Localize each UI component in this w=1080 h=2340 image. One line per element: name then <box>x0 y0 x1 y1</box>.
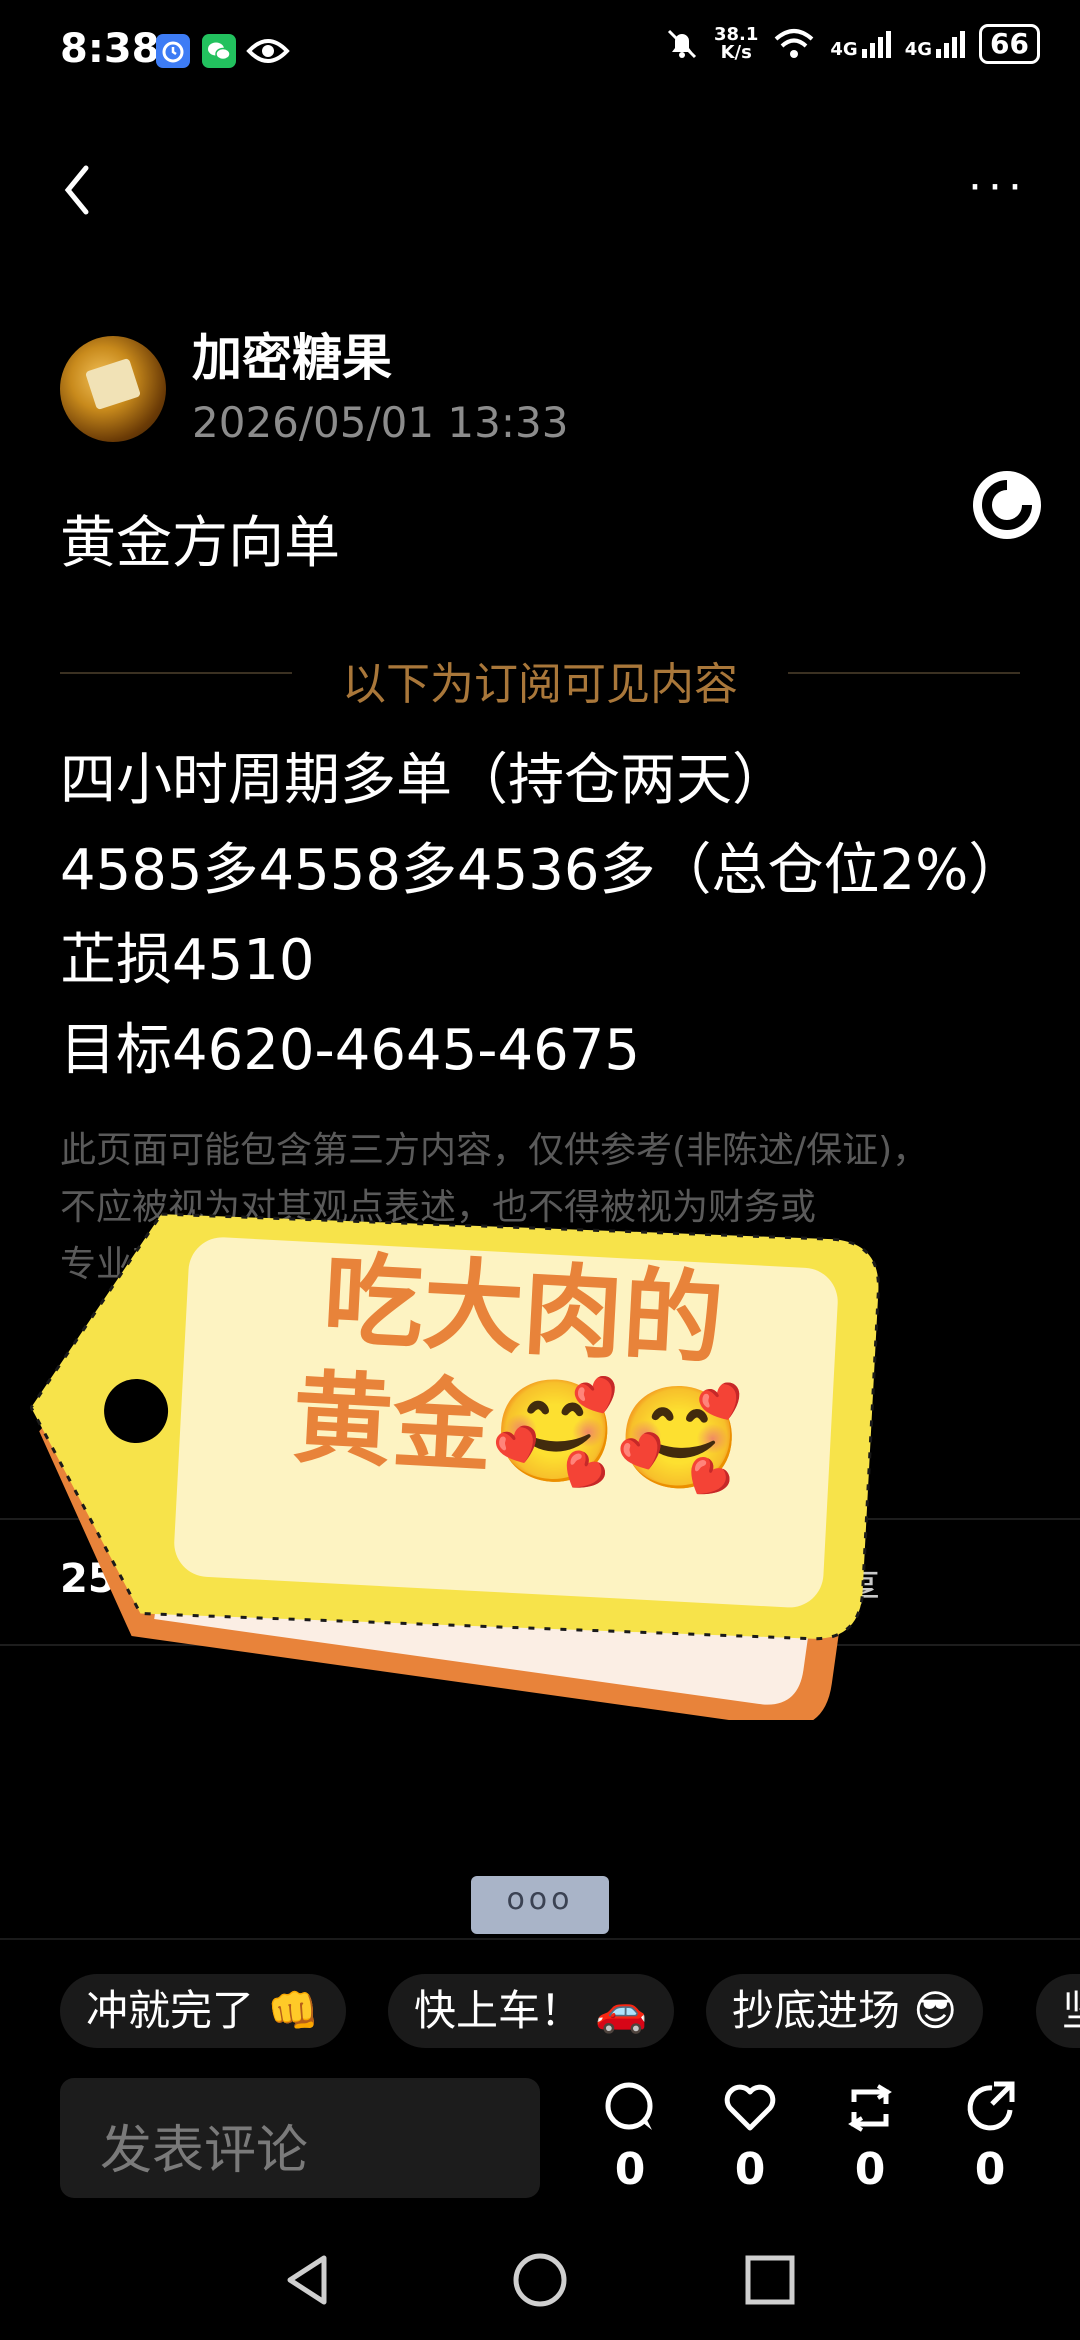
share-icon <box>967 2081 1015 2131</box>
repost-action[interactable]: 0 <box>830 2080 910 2195</box>
post-time: 2026/05/01 13:33 <box>192 398 569 447</box>
like-action[interactable]: 0 <box>710 2080 790 2195</box>
quick-reply-chip[interactable]: 坚 <box>1036 1974 1080 2048</box>
author-name[interactable]: 加密糖果 <box>192 318 392 390</box>
wechat-icon <box>202 34 236 68</box>
signal-icon-2: 4G <box>905 29 966 59</box>
body-line-2: 4585多4558多4536多（总仓位2%） <box>60 838 1025 903</box>
avatar[interactable] <box>60 336 166 442</box>
alarm-icon <box>156 34 190 68</box>
more-options-icon[interactable]: ··· <box>968 166 1028 210</box>
body-line-4: 目标4620-4645-4675 <box>60 1018 640 1083</box>
quick-reply-chip[interactable]: 抄底进场 😎 <box>706 1974 984 2048</box>
comment-icon <box>605 2082 653 2130</box>
nav-back-icon[interactable] <box>278 2250 338 2310</box>
subscriber-divider-label: 以下为订阅可见内容 <box>342 659 738 710</box>
status-time: 8:38 <box>60 26 160 72</box>
more-content-handle[interactable]: ooo <box>471 1876 609 1934</box>
sticker-text: 吃大肉的 黄金🥰🥰 <box>184 1233 856 1507</box>
quick-reply-chip[interactable]: 快上车！ 🚗 <box>388 1974 674 2048</box>
network-speed: 38.1 K/s <box>713 24 759 63</box>
status-right: 38.1 K/s 4G 4G 66 <box>664 24 1040 64</box>
share-action[interactable]: 0 <box>950 2080 1030 2195</box>
quick-reply-chip[interactable]: 冲就完了 👊 <box>60 1974 346 2048</box>
heart-icon <box>724 2084 776 2131</box>
divider-line-right <box>788 672 1020 674</box>
battery-icon: 66 <box>979 24 1040 64</box>
comment-input[interactable]: 发表评论 <box>60 2078 540 2198</box>
gold-tag-sticker: 吃大肉的 黄金🥰🥰 <box>30 1190 890 1720</box>
subscriber-divider: 以下为订阅可见内容 <box>60 648 1020 710</box>
signal-icon: 4G <box>830 29 891 59</box>
nav-home-icon[interactable] <box>510 2250 570 2310</box>
comment-placeholder: 发表评论 <box>100 2121 309 2181</box>
post-title: 黄金方向单 <box>60 511 340 576</box>
comment-action[interactable]: 0 <box>590 2080 670 2195</box>
like-count: 0 <box>734 2144 766 2195</box>
share-count: 0 <box>974 2144 1006 2195</box>
refresh-icon[interactable] <box>970 468 1044 542</box>
wifi-icon <box>775 29 814 58</box>
chips-divider <box>0 1938 1080 1940</box>
eye-icon <box>246 34 290 72</box>
body-line-3: 芷损4510 <box>60 928 315 993</box>
nav-recents-icon[interactable] <box>740 2250 800 2310</box>
body-line-1: 四小时周期多单（持仓两天） <box>60 748 788 813</box>
repost-icon <box>848 2084 892 2132</box>
comment-count: 0 <box>614 2144 646 2195</box>
back-chevron-icon[interactable] <box>58 160 98 220</box>
repost-count: 0 <box>854 2144 886 2195</box>
mute-bell-icon <box>667 29 697 59</box>
